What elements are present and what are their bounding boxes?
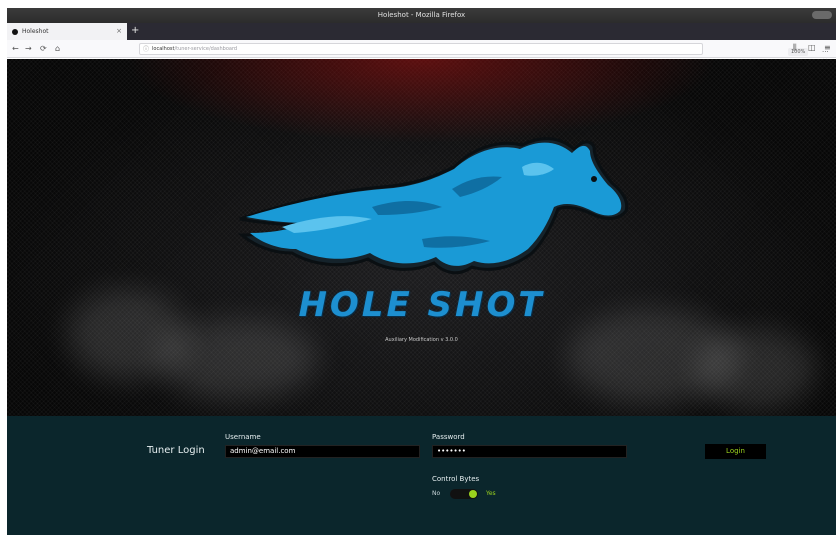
brand-tagline: Auxiliary Modification v 3.0.0 bbox=[385, 337, 458, 343]
toggle-no-label: No bbox=[432, 490, 441, 497]
reload-icon[interactable]: ⟳ bbox=[40, 44, 47, 53]
site-favicon-icon bbox=[12, 28, 18, 35]
tab-title: Holeshot bbox=[22, 28, 49, 35]
url-path: /tuner-service/dashboard bbox=[174, 46, 238, 52]
tuner-login-panel: Tuner Login Username admin@email.com Pas… bbox=[7, 416, 836, 535]
username-label: Username bbox=[225, 433, 261, 441]
hero-banner: HOLE SHOT Auxiliary Modification v 3.0.0 bbox=[7, 59, 836, 416]
home-icon[interactable]: ⌂ bbox=[55, 44, 60, 53]
library-icon[interactable]: ⫼ bbox=[793, 43, 797, 53]
tuner-login-title: Tuner Login bbox=[147, 445, 205, 456]
tab-holeshot[interactable]: Holeshot × bbox=[7, 23, 127, 40]
url-host: localhost bbox=[152, 46, 175, 52]
tab-bar: Holeshot × + bbox=[7, 23, 836, 40]
sidebar-icon[interactable]: ◫ bbox=[808, 43, 816, 52]
password-label: Password bbox=[432, 433, 465, 441]
username-field[interactable]: admin@email.com bbox=[225, 445, 420, 458]
control-bytes-label: Control Bytes bbox=[432, 475, 480, 483]
brand-wordmark: HOLE SHOT bbox=[298, 285, 545, 325]
password-field[interactable]: ••••••• bbox=[432, 445, 627, 458]
toggle-knob bbox=[469, 490, 477, 498]
window-title: Holeshot - Mozilla Firefox bbox=[377, 11, 466, 19]
navigation-toolbar: ← → ⟳ ⌂ ⓘ localhost/tuner-service/dashbo… bbox=[7, 40, 836, 76]
forward-icon[interactable]: → bbox=[25, 44, 32, 53]
page-info-icon[interactable]: ⓘ bbox=[143, 45, 149, 55]
url-bar[interactable]: ⓘ localhost/tuner-service/dashboard 100%… bbox=[139, 43, 829, 76]
close-tab-icon[interactable]: × bbox=[116, 27, 122, 35]
login-button[interactable]: Login bbox=[705, 444, 766, 459]
back-icon[interactable]: ← bbox=[12, 44, 19, 53]
new-tab-icon[interactable]: + bbox=[131, 25, 139, 37]
smoke-decoration bbox=[157, 319, 317, 399]
menu-icon[interactable]: ≡ bbox=[824, 43, 831, 52]
horse-logo-icon bbox=[237, 137, 629, 275]
zoom-level[interactable]: 100% bbox=[788, 48, 809, 56]
window-controls[interactable] bbox=[812, 11, 832, 19]
toggle-yes-label: Yes bbox=[486, 490, 496, 497]
control-bytes-toggle[interactable] bbox=[450, 489, 478, 499]
window-titlebar: Holeshot - Mozilla Firefox bbox=[7, 8, 836, 23]
